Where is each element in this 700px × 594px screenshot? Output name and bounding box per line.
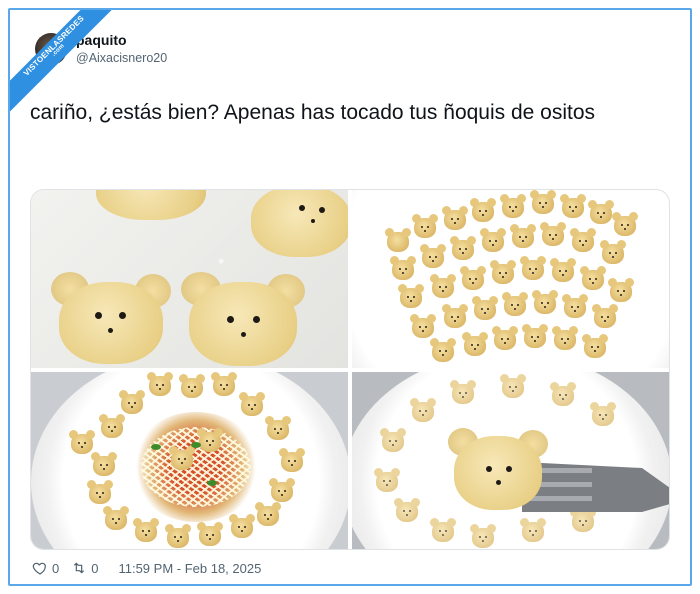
gnocchi-bear [96,190,206,220]
media-image-3[interactable] [31,372,348,549]
media-image-1[interactable] [31,190,348,368]
gnocchi-bear [448,428,548,512]
watermark-domain: .com [51,43,66,58]
tweet-media-grid[interactable] [30,189,670,550]
retweet-icon[interactable] [71,560,87,576]
gnocchi-bear [51,272,171,367]
gnocchi-bear [181,272,306,368]
watermark-ribbon: VISTOENLASREDES .com [10,10,130,130]
retweet-count: 0 [91,560,99,576]
tweet-timestamp[interactable]: 11:59 PM - Feb 18, 2025 [118,561,261,576]
media-image-4[interactable] [352,372,669,549]
media-image-2[interactable] [352,190,669,368]
heart-icon[interactable] [32,560,48,576]
tweet-footer: 0 0 11:59 PM - Feb 18, 2025 [32,558,261,578]
gnocchi-bear [251,190,348,260]
like-count: 0 [52,560,60,576]
tweet-card: VISTOENLASREDES .com paquito @Aixacisner… [8,8,692,586]
watermark-text: VISTOENLASREDES [21,13,86,78]
